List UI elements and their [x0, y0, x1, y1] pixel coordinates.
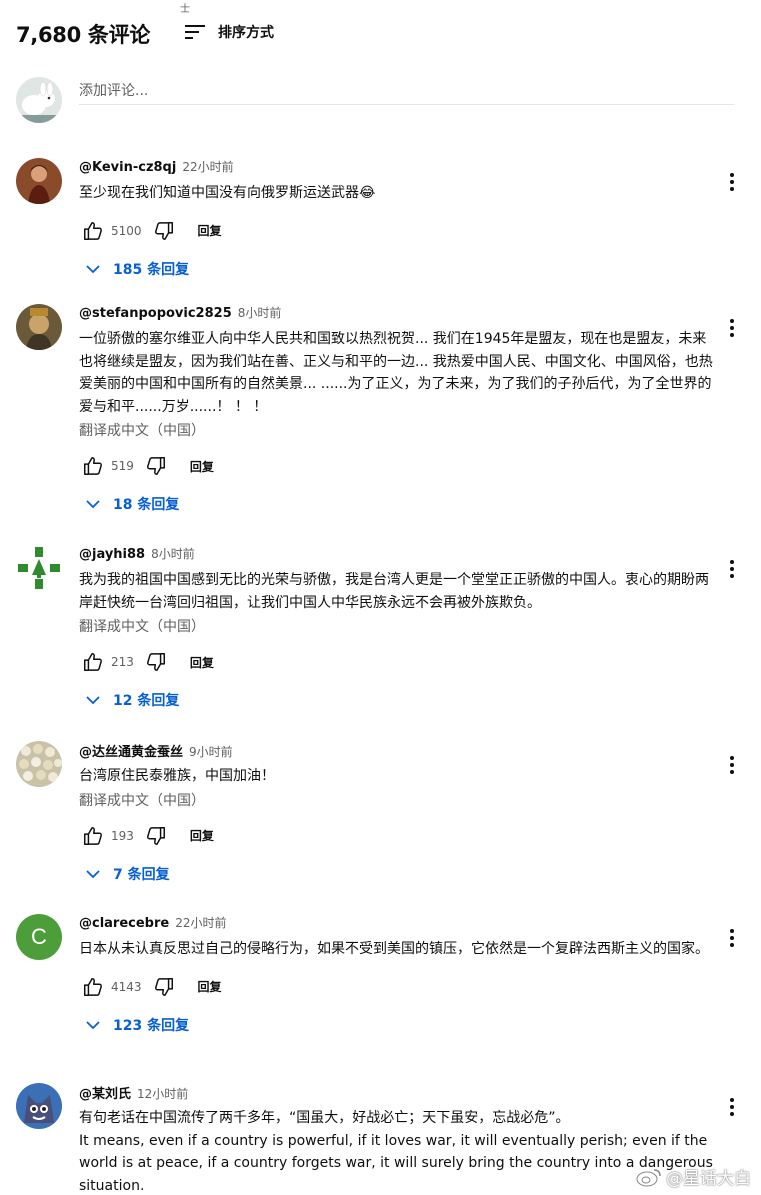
reply-button[interactable]: 回复: [190, 654, 214, 671]
comment-text: 有句老话在中国流传了两千多年，“国虽大，好战必亡；天下虽安，忘战必危”。 It …: [79, 1110, 713, 1194]
reply-button[interactable]: 回复: [198, 222, 222, 239]
reply-button[interactable]: 回复: [198, 978, 222, 995]
more-options-icon[interactable]: [720, 1095, 744, 1119]
more-options-icon[interactable]: [720, 926, 744, 950]
comments-header: 7,680 条评论: [16, 14, 150, 54]
like-count: 4143: [111, 979, 142, 994]
watermark-text: @星话大白: [666, 1169, 751, 1189]
like-icon[interactable]: [79, 972, 107, 1002]
reply-button[interactable]: 回复: [190, 827, 214, 844]
dislike-icon[interactable]: [150, 972, 178, 1002]
add-comment-input[interactable]: [79, 77, 734, 105]
avatar-letter: C: [31, 924, 47, 949]
like-count: 193: [111, 828, 134, 843]
comment-time[interactable]: 8小时前: [151, 545, 195, 562]
translate-link[interactable]: 翻译成中文（中国）: [79, 790, 719, 812]
comment-time[interactable]: 22小时前: [175, 914, 226, 931]
avatar[interactable]: [16, 304, 62, 350]
like-icon[interactable]: [79, 647, 107, 677]
chevron-down-icon: [86, 869, 100, 878]
like-icon[interactable]: [79, 451, 107, 481]
translate-link[interactable]: 翻译成中文（中国）: [79, 616, 719, 638]
avatar[interactable]: [16, 158, 62, 204]
like-count: 213: [111, 655, 134, 669]
top-glyph: 士: [180, 4, 190, 15]
comment-text: 我为我的祖国中国感到无比的光荣与骄傲，我是台湾人更是一个堂堂正正骄傲的中国人。衷…: [79, 572, 709, 611]
dislike-icon[interactable]: [150, 216, 178, 246]
comment-time[interactable]: 12小时前: [137, 1085, 188, 1102]
more-options-icon[interactable]: [720, 316, 744, 340]
like-icon[interactable]: [79, 821, 107, 851]
comment-time[interactable]: 22小时前: [182, 158, 233, 175]
replies-label: 185 条回复: [113, 261, 190, 278]
add-comment-row: [16, 77, 734, 125]
chevron-down-icon: [86, 264, 100, 273]
like-count: 519: [111, 459, 134, 473]
comment-text: 一位骄傲的塞尔维亚人向中华人民共和国致以热烈祝贺... 我们在1945年是盟友，…: [79, 331, 713, 415]
translate-link[interactable]: 翻译成中文（中国）: [79, 420, 719, 442]
comment-time[interactable]: 8小时前: [238, 304, 282, 321]
replies-label: 123 条回复: [113, 1017, 190, 1034]
comment-author[interactable]: @jayhi88: [79, 547, 145, 562]
avatar[interactable]: [16, 545, 62, 591]
avatar[interactable]: [16, 1083, 62, 1129]
avatar[interactable]: C: [16, 914, 62, 960]
like-count: 5100: [111, 223, 142, 238]
replies-label: 7 条回复: [113, 866, 170, 883]
dislike-icon[interactable]: [142, 821, 170, 851]
comment-author[interactable]: @stefanpopovic2825: [79, 306, 232, 321]
weibo-icon: [636, 1168, 661, 1186]
view-replies-button[interactable]: 123 条回复: [79, 1011, 719, 1039]
comment-time[interactable]: 9小时前: [189, 743, 233, 760]
chevron-down-icon: [86, 500, 100, 509]
replies-label: 18 条回复: [113, 497, 180, 513]
sort-label: 排序方式: [218, 25, 274, 41]
replies-label: 12 条回复: [113, 693, 180, 709]
reply-button[interactable]: 回复: [190, 458, 214, 475]
more-options-icon[interactable]: [720, 557, 744, 581]
comment-text: 至少现在我们知道中国没有向俄罗斯运送武器😂: [79, 185, 376, 201]
dislike-icon[interactable]: [142, 451, 170, 481]
view-replies-button[interactable]: 7 条回复: [79, 860, 719, 888]
view-replies-button[interactable]: 185 条回复: [79, 255, 719, 283]
more-options-icon[interactable]: [720, 170, 744, 194]
sort-button[interactable]: 排序方式: [184, 22, 274, 42]
comment-author[interactable]: @某刘氏: [79, 1083, 131, 1102]
like-icon[interactable]: [79, 216, 107, 246]
sort-icon: [185, 25, 205, 39]
chevron-down-icon: [86, 1020, 100, 1029]
comment-count: 7,680 条评论: [16, 23, 151, 47]
current-user-avatar[interactable]: [16, 77, 62, 123]
avatar[interactable]: [16, 741, 62, 787]
comment-author[interactable]: @clarecebre: [79, 916, 169, 931]
more-options-icon[interactable]: [720, 753, 744, 777]
comment-text: 台湾原住民泰雅族，中国加油！: [79, 768, 275, 784]
view-replies-button[interactable]: 12 条回复: [79, 686, 719, 714]
view-replies-button[interactable]: 18 条回复: [79, 490, 719, 518]
comment-author[interactable]: @Kevin-cz8qj: [79, 160, 176, 175]
watermark: @星话大白: [636, 1164, 751, 1189]
dislike-icon[interactable]: [142, 647, 170, 677]
chevron-down-icon: [86, 696, 100, 705]
comment-author[interactable]: @达丝通黄金蚕丝: [79, 741, 183, 760]
comment-text: 日本从未认真反思过自己的侵略行为，如果不受到美国的镇压，它依然是一个复辟法西斯主…: [79, 941, 709, 957]
